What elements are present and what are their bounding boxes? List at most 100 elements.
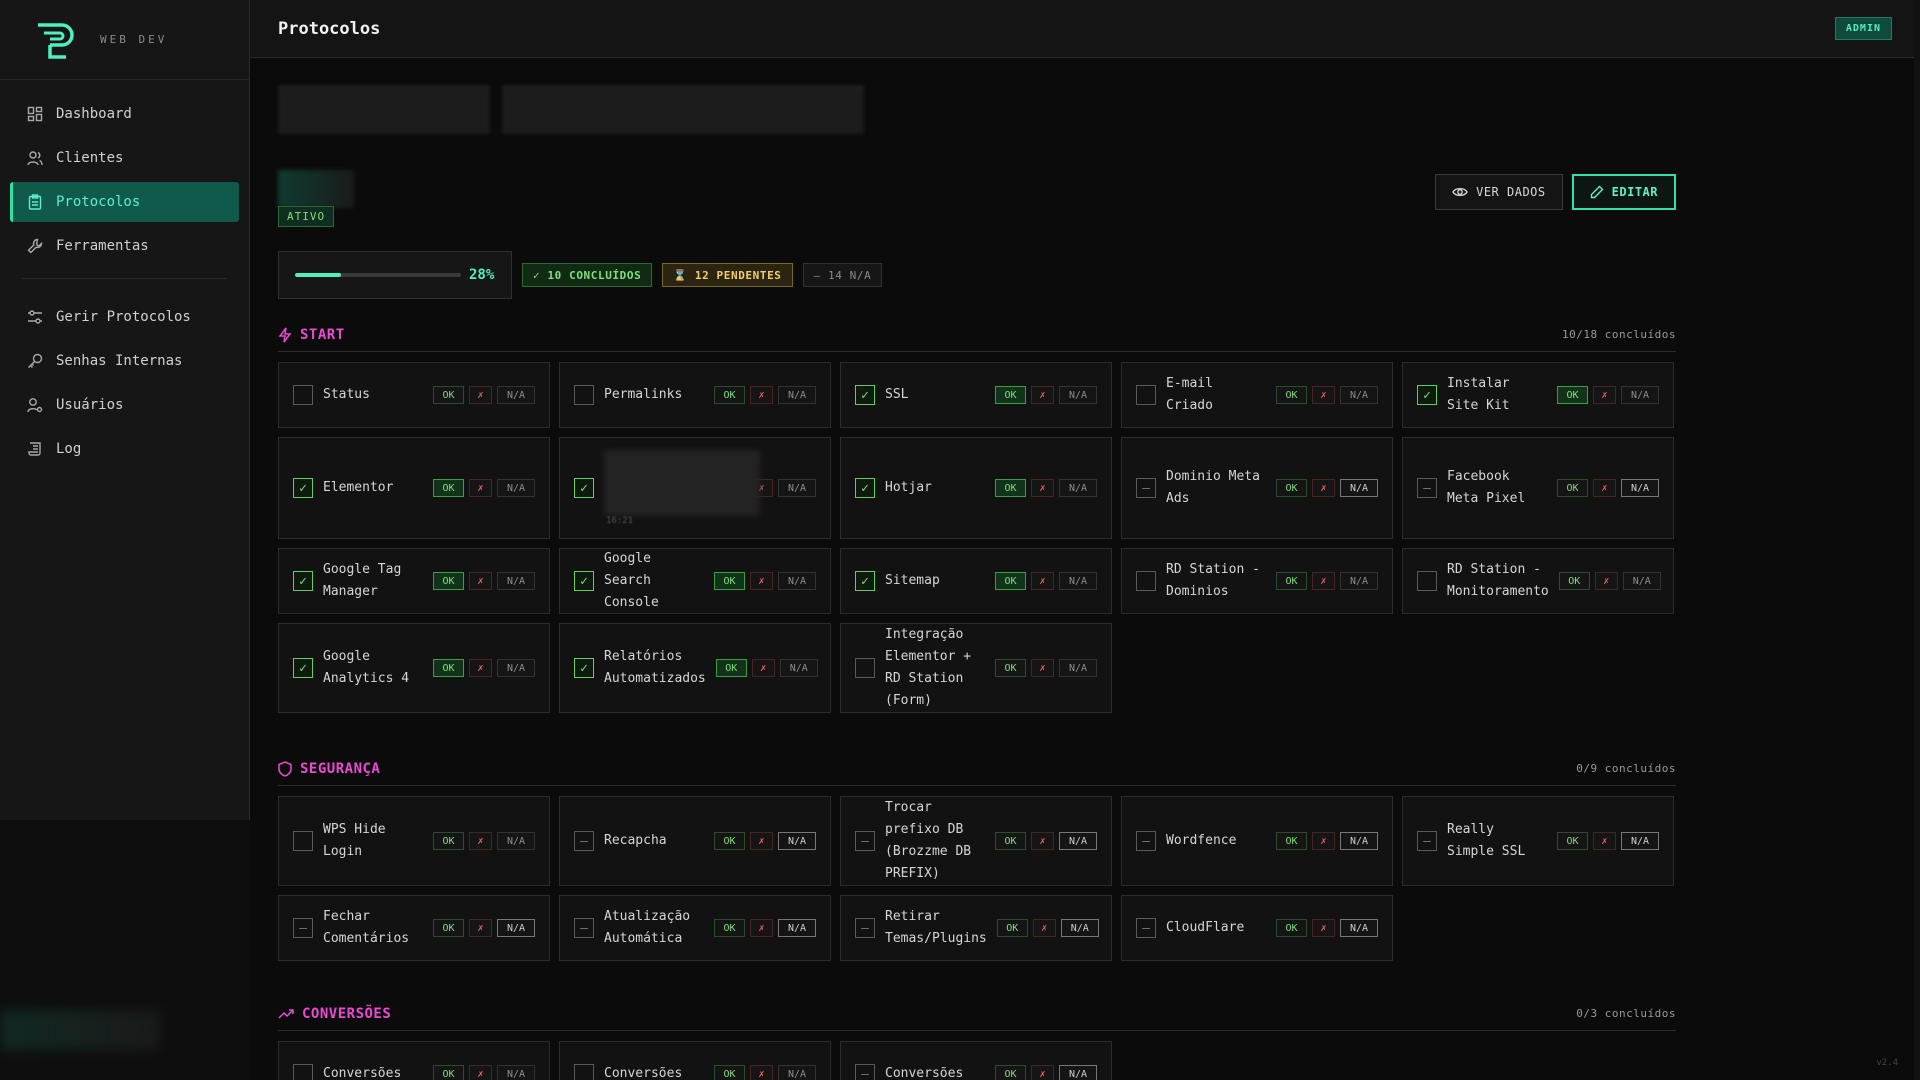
ok-button[interactable]: OK xyxy=(433,919,464,937)
item-checkbox[interactable]: – xyxy=(1417,831,1437,851)
item-checkbox[interactable] xyxy=(855,658,875,678)
item-checkbox[interactable]: – xyxy=(1136,831,1156,851)
na-button[interactable]: N/A xyxy=(1340,479,1378,497)
na-button[interactable]: N/A xyxy=(1059,832,1097,850)
fail-button[interactable]: ✗ xyxy=(1593,832,1616,850)
edit-button[interactable]: EDITAR xyxy=(1571,174,1676,210)
sidebar-item-usuarios[interactable]: Usuários xyxy=(10,385,239,425)
fail-button[interactable]: ✗ xyxy=(750,572,773,590)
ok-button[interactable]: OK xyxy=(433,386,464,404)
fail-button[interactable]: ✗ xyxy=(750,386,773,404)
ok-button[interactable]: OK xyxy=(1557,832,1588,850)
na-button[interactable]: N/A xyxy=(497,659,535,677)
na-button[interactable]: N/A xyxy=(1340,919,1378,937)
ok-button[interactable]: OK xyxy=(1557,479,1588,497)
na-button[interactable]: N/A xyxy=(1340,386,1378,404)
na-button[interactable]: N/A xyxy=(1059,659,1097,677)
fail-button[interactable]: ✗ xyxy=(1594,572,1618,590)
na-button[interactable]: N/A xyxy=(1059,479,1097,497)
sidebar-item-senhas-internas[interactable]: Senhas Internas xyxy=(10,341,239,381)
item-checkbox[interactable]: – xyxy=(855,1064,875,1080)
item-checkbox[interactable] xyxy=(293,1064,313,1080)
ok-button[interactable]: OK xyxy=(714,919,745,937)
ok-button[interactable]: OK xyxy=(714,386,745,404)
fail-button[interactable]: ✗ xyxy=(1031,572,1054,590)
ok-button[interactable]: OK xyxy=(714,572,745,590)
item-checkbox[interactable]: ✓ xyxy=(293,478,313,498)
item-checkbox[interactable]: ✓ xyxy=(574,658,594,678)
ok-button[interactable]: OK xyxy=(995,572,1026,590)
sidebar-item-clientes[interactable]: Clientes xyxy=(10,138,239,178)
na-button[interactable]: N/A xyxy=(497,1065,535,1080)
na-button[interactable]: N/A xyxy=(1621,479,1659,497)
sidebar-item-protocolos[interactable]: Protocolos xyxy=(10,182,239,222)
fail-button[interactable]: ✗ xyxy=(1032,919,1056,937)
item-checkbox[interactable]: ✓ xyxy=(1417,385,1437,405)
na-button[interactable]: N/A xyxy=(778,919,816,937)
ok-button[interactable]: OK xyxy=(714,832,745,850)
fail-button[interactable]: ✗ xyxy=(469,386,492,404)
na-button[interactable]: N/A xyxy=(497,479,535,497)
na-button[interactable]: N/A xyxy=(497,386,535,404)
fail-button[interactable]: ✗ xyxy=(1031,1065,1054,1080)
na-button[interactable]: N/A xyxy=(1622,572,1661,590)
na-button[interactable]: N/A xyxy=(778,572,816,590)
ok-button[interactable]: OK xyxy=(1558,572,1590,590)
ok-button[interactable]: OK xyxy=(995,659,1026,677)
ok-button[interactable]: OK xyxy=(1276,479,1307,497)
na-button[interactable]: N/A xyxy=(778,832,816,850)
item-checkbox[interactable]: ✓ xyxy=(574,478,594,498)
item-checkbox[interactable]: ✓ xyxy=(855,571,875,591)
item-checkbox[interactable]: – xyxy=(855,831,875,851)
na-button[interactable]: N/A xyxy=(497,919,535,937)
na-button[interactable]: N/A xyxy=(1059,572,1097,590)
na-button[interactable]: N/A xyxy=(1059,386,1097,404)
fail-button[interactable]: ✗ xyxy=(469,919,492,937)
fail-button[interactable]: ✗ xyxy=(1031,386,1054,404)
item-checkbox[interactable]: ✓ xyxy=(855,385,875,405)
ok-button[interactable]: OK xyxy=(995,479,1026,497)
na-button[interactable]: N/A xyxy=(1621,386,1659,404)
na-button[interactable]: N/A xyxy=(778,386,816,404)
ok-button[interactable]: OK xyxy=(433,832,464,850)
ok-button[interactable]: OK xyxy=(433,1065,464,1080)
redacted-tab[interactable] xyxy=(502,86,864,134)
fail-button[interactable]: ✗ xyxy=(469,659,492,677)
item-checkbox[interactable]: – xyxy=(293,918,313,938)
na-button[interactable]: N/A xyxy=(778,479,816,497)
fail-button[interactable]: ✗ xyxy=(469,479,492,497)
ok-button[interactable]: OK xyxy=(433,479,464,497)
item-checkbox[interactable] xyxy=(1136,571,1156,591)
fail-button[interactable]: ✗ xyxy=(1312,919,1335,937)
ok-button[interactable]: OK xyxy=(1276,572,1307,590)
ok-button[interactable]: OK xyxy=(433,659,464,677)
na-button[interactable]: N/A xyxy=(779,659,818,677)
item-checkbox[interactable] xyxy=(1136,385,1156,405)
ok-button[interactable]: OK xyxy=(1557,386,1588,404)
item-checkbox[interactable]: – xyxy=(1136,918,1156,938)
fail-button[interactable]: ✗ xyxy=(1031,659,1054,677)
fail-button[interactable]: ✗ xyxy=(1593,386,1616,404)
item-checkbox[interactable]: ✓ xyxy=(574,571,594,591)
na-button[interactable]: N/A xyxy=(497,572,535,590)
fail-button[interactable]: ✗ xyxy=(1312,479,1335,497)
ok-button[interactable]: OK xyxy=(995,832,1026,850)
ok-button[interactable]: OK xyxy=(995,386,1026,404)
item-checkbox[interactable]: – xyxy=(855,918,875,938)
item-checkbox[interactable] xyxy=(293,831,313,851)
item-checkbox[interactable]: – xyxy=(1417,478,1437,498)
na-button[interactable]: N/A xyxy=(1060,919,1099,937)
fail-button[interactable]: ✗ xyxy=(1312,572,1335,590)
na-button[interactable]: N/A xyxy=(1059,1065,1097,1080)
fail-button[interactable]: ✗ xyxy=(1312,386,1335,404)
na-button[interactable]: N/A xyxy=(497,832,535,850)
item-checkbox[interactable] xyxy=(293,385,313,405)
fail-button[interactable]: ✗ xyxy=(750,1065,773,1080)
fail-button[interactable]: ✗ xyxy=(469,572,492,590)
item-checkbox[interactable] xyxy=(574,1064,594,1080)
ok-button[interactable]: OK xyxy=(715,659,747,677)
fail-button[interactable]: ✗ xyxy=(469,832,492,850)
view-data-button[interactable]: VER DADOS xyxy=(1435,174,1563,210)
item-checkbox[interactable]: ✓ xyxy=(293,658,313,678)
ok-button[interactable]: OK xyxy=(1276,832,1307,850)
